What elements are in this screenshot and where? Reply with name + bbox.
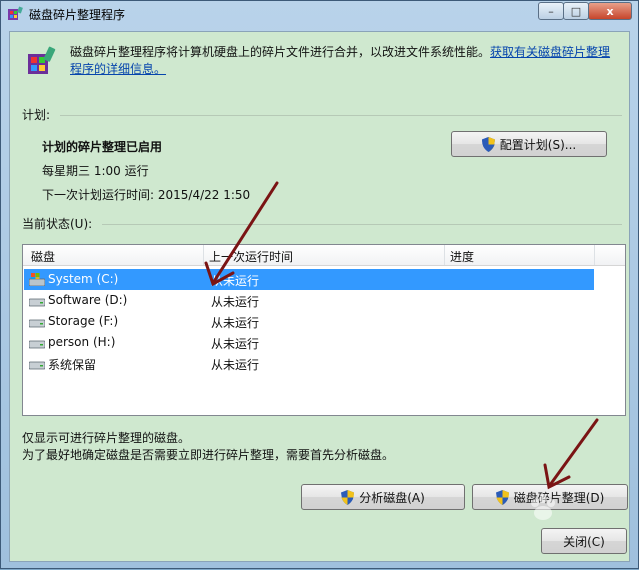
column-divider[interactable] bbox=[444, 245, 445, 265]
status-separator bbox=[102, 224, 622, 225]
schedule-frequency: 每星期三 1:00 运行 bbox=[42, 164, 149, 178]
defrag-header-icon bbox=[28, 46, 56, 74]
disk-name: 系统保留 bbox=[48, 358, 97, 372]
drive-icon bbox=[29, 319, 45, 328]
column-divider[interactable] bbox=[594, 245, 595, 265]
uac-shield-icon bbox=[481, 136, 495, 152]
disk-last-run: 从未运行 bbox=[211, 358, 260, 372]
analyze-disk-button[interactable]: 分析磁盘(A) bbox=[301, 484, 465, 510]
disk-last-run: 从未运行 bbox=[211, 316, 260, 330]
disk-name: System (C:) bbox=[48, 272, 119, 286]
defrag-window: 磁盘碎片整理程序 – □ x 磁盘碎片整理程序将计算机硬盘上的碎片文件进行合并，… bbox=[0, 0, 639, 569]
watermark-icon bbox=[531, 495, 555, 520]
minimize-button[interactable]: – bbox=[538, 2, 564, 20]
drive-icon bbox=[29, 298, 45, 307]
disk-row-software[interactable]: Software (D:) 从未运行 bbox=[24, 290, 594, 311]
column-last-run[interactable]: 上一次运行时间 bbox=[209, 248, 293, 265]
disk-row-person[interactable]: person (H:) 从未运行 bbox=[24, 332, 594, 353]
maximize-button[interactable]: □ bbox=[563, 2, 589, 20]
configure-schedule-button[interactable]: 配置计划(S)... bbox=[451, 131, 607, 157]
disk-last-run: 从未运行 bbox=[211, 295, 260, 309]
disk-last-run: 从未运行 bbox=[211, 274, 260, 288]
drive-icon bbox=[29, 361, 45, 370]
current-status-label: 当前状态(U): bbox=[22, 217, 93, 231]
drive-icon bbox=[29, 340, 45, 349]
description-text: 磁盘碎片整理程序将计算机硬盘上的碎片文件进行合并，以改进文件系统性能。 bbox=[70, 45, 491, 59]
schedule-separator bbox=[60, 115, 622, 116]
disk-name: person (H:) bbox=[48, 335, 116, 349]
schedule-label: 计划: bbox=[22, 108, 51, 122]
title-bar[interactable]: 磁盘碎片整理程序 – □ x bbox=[1, 1, 638, 27]
disk-list-header: 磁盘 上一次运行时间 进度 bbox=[23, 245, 625, 266]
system-drive-icon bbox=[29, 273, 45, 286]
disk-row-system[interactable]: System (C:) 从未运行 bbox=[24, 269, 594, 290]
close-button[interactable]: 关闭(C) bbox=[541, 528, 627, 554]
column-divider[interactable] bbox=[203, 245, 204, 265]
column-progress[interactable]: 进度 bbox=[450, 248, 474, 265]
footnote-defraggable: 仅显示可进行碎片整理的磁盘。 bbox=[22, 431, 191, 445]
disk-name: Software (D:) bbox=[48, 293, 128, 307]
disk-row-storage[interactable]: Storage (F:) 从未运行 bbox=[24, 311, 594, 332]
disk-list[interactable]: 磁盘 上一次运行时间 进度 System (C:) 从未运行 Software … bbox=[22, 244, 626, 416]
client-area: 磁盘碎片整理程序将计算机硬盘上的碎片文件进行合并，以改进文件系统性能。获取有关磁… bbox=[9, 31, 630, 562]
close-window-button[interactable]: x bbox=[588, 2, 632, 20]
caption-buttons: – □ x bbox=[538, 2, 632, 20]
disk-row-system-reserved[interactable]: 系统保留 从未运行 bbox=[24, 353, 594, 374]
schedule-next-run: 下一次计划运行时间: 2015/4/22 1:50 bbox=[42, 188, 251, 202]
column-disk[interactable]: 磁盘 bbox=[31, 248, 55, 265]
uac-shield-icon bbox=[341, 489, 355, 505]
close-button-label: 关闭(C) bbox=[563, 534, 605, 549]
analyze-disk-label: 分析磁盘(A) bbox=[359, 490, 425, 505]
configure-schedule-label: 配置计划(S)... bbox=[499, 137, 577, 152]
schedule-status: 计划的碎片整理已启用 bbox=[42, 140, 163, 154]
disk-last-run: 从未运行 bbox=[211, 337, 260, 351]
defrag-app-icon bbox=[8, 6, 23, 20]
window-title: 磁盘碎片整理程序 bbox=[29, 8, 126, 22]
disk-name: Storage (F:) bbox=[48, 314, 119, 328]
footnote-analyze-first: 为了最好地确定磁盘是否需要立即进行碎片整理，需要首先分析磁盘。 bbox=[22, 448, 395, 462]
header-description: 磁盘碎片整理程序将计算机硬盘上的碎片文件进行合并，以改进文件系统性能。获取有关磁… bbox=[70, 44, 622, 78]
